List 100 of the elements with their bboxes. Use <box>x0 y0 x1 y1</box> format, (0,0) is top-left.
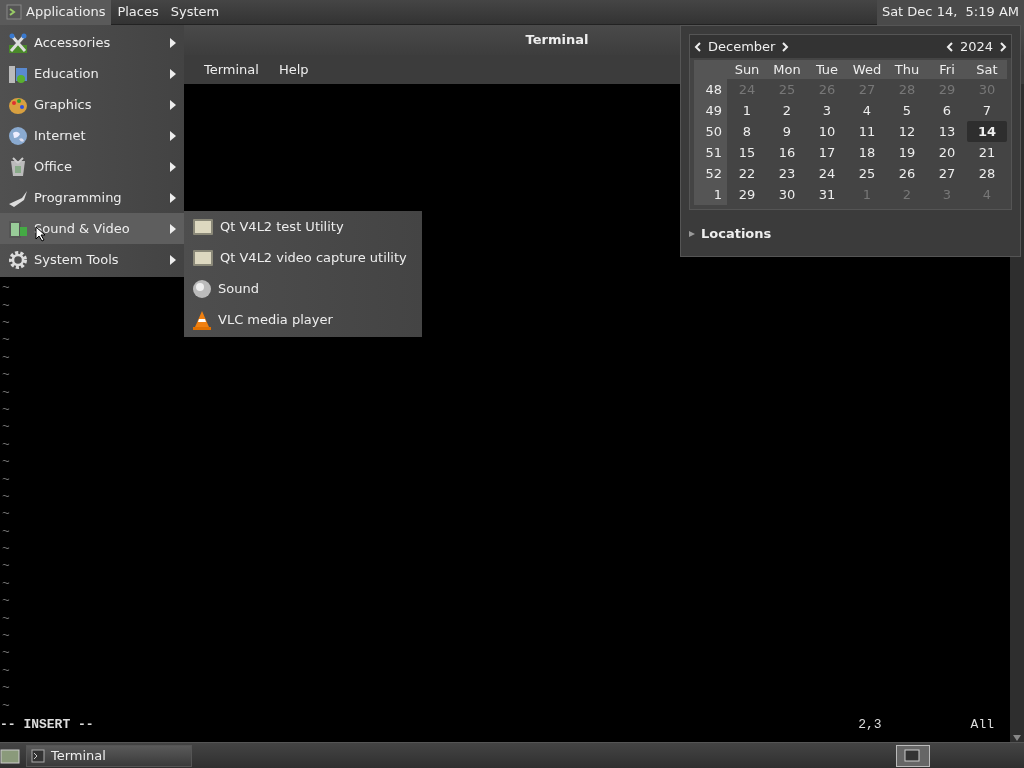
empty-line-marker: ~ <box>1 453 10 471</box>
year-label: 2024 <box>959 37 993 56</box>
weekday-header: Thu <box>887 60 927 79</box>
expand-icon <box>689 230 695 237</box>
empty-line-marker: ~ <box>1 644 10 662</box>
empty-line-marker: ~ <box>1 348 10 367</box>
menu-item[interactable]: Graphics <box>0 89 184 120</box>
empty-line-marker: ~ <box>1 609 10 628</box>
cursor-position: 2,3 <box>858 716 882 734</box>
traffic-cone-icon <box>192 309 212 330</box>
calendar-day[interactable]: 2 <box>767 100 807 121</box>
calendar-day[interactable]: 21 <box>967 142 1007 163</box>
menu-item[interactable]: Sound <box>184 273 422 304</box>
workspace-switcher-icon[interactable] <box>896 744 930 767</box>
panel-menu[interactable]: System <box>164 0 226 25</box>
calendar-day[interactable]: 5 <box>887 100 927 121</box>
mode-indicator: -- INSERT -- <box>0 716 94 734</box>
calendar-day[interactable]: 28 <box>967 163 1007 184</box>
weekday-header: Mon <box>767 60 807 79</box>
weekday-header: Wed <box>847 60 887 79</box>
menu-item[interactable]: Internet <box>0 120 184 151</box>
calendar-day[interactable]: 16 <box>767 142 807 163</box>
submenu-arrow-icon <box>170 192 176 203</box>
calendar-day[interactable]: 25 <box>847 163 887 184</box>
calendar-day[interactable]: 14 <box>967 121 1007 142</box>
calendar-day[interactable]: 24 <box>807 163 847 184</box>
empty-line-marker: ~ <box>1 696 10 714</box>
calendar-day[interactable]: 12 <box>887 121 927 142</box>
panel-menu[interactable]: Places <box>111 0 165 25</box>
next-icon[interactable] <box>781 41 790 52</box>
calendar-day[interactable]: 10 <box>807 121 847 142</box>
calendar-day[interactable]: 18 <box>847 142 887 163</box>
calendar-day[interactable]: 29 <box>727 184 767 205</box>
calendar-day[interactable]: 6 <box>927 100 967 121</box>
calendar-day[interactable]: 30 <box>767 184 807 205</box>
empty-line-marker: ~ <box>1 522 10 541</box>
menu-item[interactable]: Qt V4L2 video capture utility <box>184 242 422 273</box>
empty-line-marker: ~ <box>1 279 10 297</box>
office-icon <box>8 156 28 177</box>
menu-item[interactable]: Education <box>0 58 184 89</box>
menu-item[interactable]: Office <box>0 151 184 182</box>
calendar-day[interactable]: 26 <box>887 163 927 184</box>
empty-line-marker: ~ <box>1 679 10 697</box>
menu-item[interactable]: VLC media player <box>184 304 422 335</box>
menu-item[interactable]: Help <box>270 57 317 82</box>
calendar-day[interactable]: 9 <box>767 121 807 142</box>
menu-item[interactable]: Terminal <box>196 57 267 82</box>
empty-line-marker: ~ <box>1 557 10 575</box>
empty-line-marker: ~ <box>1 296 10 314</box>
locations-expander[interactable]: Locations <box>689 224 1012 244</box>
week-number: 52 <box>694 163 727 184</box>
menu-item[interactable]: Accessories <box>0 27 184 58</box>
gear-icon <box>8 249 28 270</box>
submenu-arrow-icon <box>170 254 176 265</box>
scroll-position: All <box>970 716 994 734</box>
empty-line-marker: ~ <box>1 487 10 506</box>
calendar-day[interactable]: 8 <box>727 121 767 142</box>
week-number: 51 <box>694 142 727 163</box>
calendar-day[interactable]: 22 <box>727 163 767 184</box>
calendar-day[interactable]: 1 <box>727 100 767 121</box>
menu-item[interactable]: System Tools <box>0 244 184 275</box>
empty-line-marker: ~ <box>1 383 10 401</box>
panel-menu[interactable]: Applications <box>0 0 112 25</box>
empty-line-marker: ~ <box>1 418 10 436</box>
calendar-day[interactable]: 17 <box>807 142 847 163</box>
calendar-day[interactable]: 23 <box>767 163 807 184</box>
terminal-icon <box>31 748 45 763</box>
submenu-arrow-icon <box>170 99 176 110</box>
terminal-icon <box>6 4 22 20</box>
week-number: 48 <box>694 79 727 100</box>
submenu-arrow-icon <box>170 130 176 141</box>
empty-line-marker: ~ <box>1 470 10 488</box>
menu-item[interactable]: Qt V4L2 test Utility <box>184 211 422 242</box>
menu-item[interactable]: Programming <box>0 182 184 213</box>
calendar-day[interactable]: 13 <box>927 121 967 142</box>
application-icon <box>192 247 214 268</box>
calendar-day[interactable]: 19 <box>887 142 927 163</box>
calendar-day[interactable]: 4 <box>847 100 887 121</box>
next-icon[interactable] <box>999 41 1007 52</box>
calendar-day[interactable]: 31 <box>807 184 847 205</box>
calendar-day[interactable]: 15 <box>727 142 767 163</box>
calendar-day[interactable]: 11 <box>847 121 887 142</box>
empty-line-marker: ~ <box>1 505 10 523</box>
empty-line-marker: ~ <box>1 627 10 645</box>
submenu-arrow-icon <box>170 37 176 48</box>
empty-line-marker: ~ <box>1 400 10 419</box>
calendar-day[interactable]: 20 <box>927 142 967 163</box>
show-desktop-icon <box>0 746 20 765</box>
calendar-day[interactable]: 7 <box>967 100 1007 121</box>
previous-icon[interactable] <box>694 41 702 52</box>
clock[interactable]: Sat Dec 14, 5:19 AM <box>876 0 1024 25</box>
previous-icon[interactable] <box>945 41 954 52</box>
week-number: 1 <box>694 184 727 205</box>
empty-line-marker: ~ <box>1 661 10 680</box>
calendar-day[interactable]: 3 <box>807 100 847 121</box>
speaker-icon <box>192 278 212 299</box>
taskbar-button[interactable]: Terminal <box>26 744 192 767</box>
empty-line-marker: ~ <box>1 574 10 593</box>
calendar-day[interactable]: 27 <box>927 163 967 184</box>
books-icon <box>8 63 28 84</box>
